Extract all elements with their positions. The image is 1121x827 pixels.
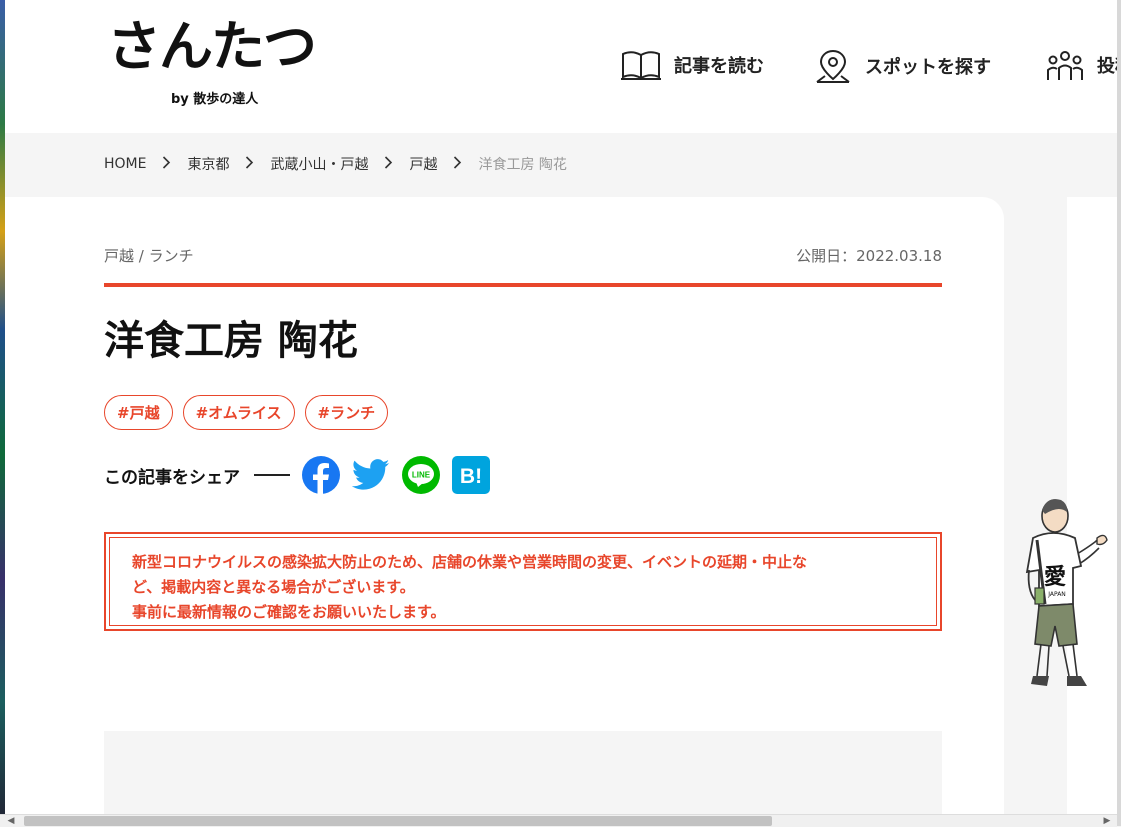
- notice-line: 新型コロナウイルスの感染拡大防止のため、店舗の休業や営業時間の変更、イベントの延…: [132, 553, 808, 571]
- chevron-right-icon: [245, 155, 254, 173]
- breadcrumb: HOME 東京都 武蔵小山・戸越 戸越 洋食工房 陶花: [104, 154, 567, 174]
- site-header: さんたつ by 散歩の達人 記事を読む スポットを探す 投稿: [5, 0, 1121, 133]
- mascot-shirt-text: 愛: [1044, 564, 1066, 590]
- twitter-share-button[interactable]: [352, 456, 390, 494]
- breadcrumb-tokyo[interactable]: 東京都: [187, 154, 229, 174]
- notice-line: 事前に最新情報のご確認をお願いいたします。: [132, 603, 446, 621]
- publish-date: 公開日：2022.03.18: [796, 247, 942, 265]
- line-icon-text: LINE: [412, 471, 431, 480]
- article-category: 戸越 / ランチ: [104, 247, 194, 265]
- site-logo[interactable]: さんたつ by 散歩の達人: [107, 14, 317, 107]
- book-icon: [621, 51, 661, 80]
- breadcrumb-home[interactable]: HOME: [104, 156, 146, 172]
- breadcrumb-togoshi[interactable]: 戸越: [409, 154, 437, 174]
- nav-find-spots[interactable]: スポットを探す: [813, 48, 991, 84]
- covid-notice: 新型コロナウイルスの感染拡大防止のため、店舗の休業や営業時間の変更、イベントの延…: [104, 532, 942, 631]
- scrollbar-thumb[interactable]: [24, 816, 772, 826]
- chevron-right-icon: [453, 155, 462, 173]
- facebook-share-button[interactable]: [302, 456, 340, 494]
- walker-mascot-illustration: 愛 JAPAN: [1025, 499, 1108, 686]
- hatena-share-button[interactable]: B!: [452, 456, 490, 494]
- tag-list: #戸越 #オムライス #ランチ: [104, 395, 389, 430]
- logo-text: さんたつ: [107, 15, 317, 78]
- mascot-shirt-sub: JAPAN: [1047, 591, 1066, 598]
- notice-inner-border: 新型コロナウイルスの感染拡大防止のため、店舗の休業や営業時間の変更、イベントの延…: [109, 537, 937, 626]
- hatena-bookmark-icon: B!: [452, 456, 490, 494]
- article-image-placeholder: [104, 731, 942, 817]
- notice-line: ど、掲載内容と異なる場合がございます。: [132, 578, 415, 596]
- chevron-right-icon: [162, 155, 171, 173]
- map-pin-icon: [816, 49, 850, 83]
- facebook-icon: [302, 456, 340, 494]
- nav-read-articles[interactable]: 記事を読む: [620, 48, 764, 82]
- horizontal-scrollbar[interactable]: ◀ ▶: [0, 814, 1117, 827]
- tag-omurice[interactable]: #オムライス: [182, 395, 295, 430]
- page-title: 洋食工房 陶花: [104, 318, 358, 364]
- tag-togoshi[interactable]: #戸越: [104, 395, 173, 430]
- nav-spots-label: スポットを探す: [865, 57, 991, 78]
- title-divider: [104, 283, 942, 287]
- breadcrumb-area[interactable]: 武蔵小山・戸越: [270, 154, 368, 174]
- people-icon: [1047, 51, 1083, 80]
- nav-read-label: 記事を読む: [674, 56, 764, 77]
- article-meta: 戸越 / ランチ 公開日：2022.03.18: [104, 245, 942, 267]
- share-dash: [254, 474, 290, 476]
- chevron-right-icon: [384, 155, 393, 173]
- share-label: この記事をシェア: [104, 467, 240, 488]
- breadcrumb-current: 洋食工房 陶花: [478, 157, 567, 173]
- nav-post[interactable]: 投稿: [1045, 48, 1121, 82]
- line-icon: LINE: [402, 456, 440, 494]
- window-edge: [1117, 0, 1121, 826]
- hatena-icon-text: B!: [460, 465, 482, 488]
- tag-lunch[interactable]: #ランチ: [304, 395, 389, 430]
- share-bar: この記事をシェア LINE B!: [104, 456, 502, 494]
- twitter-icon: [352, 459, 390, 490]
- scroll-right-icon[interactable]: ▶: [1100, 815, 1114, 827]
- scroll-left-icon[interactable]: ◀: [4, 815, 18, 827]
- line-share-button[interactable]: LINE: [402, 456, 440, 494]
- logo-subtitle: by 散歩の達人: [171, 92, 259, 107]
